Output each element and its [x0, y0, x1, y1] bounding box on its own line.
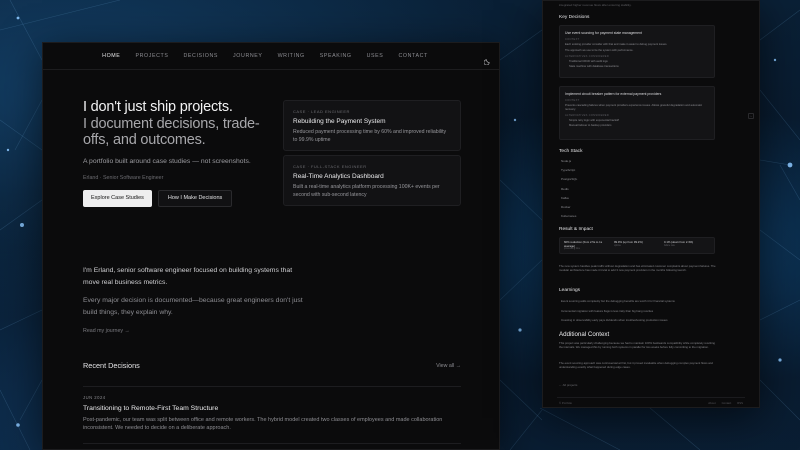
metrics-panel: 60% reduction (from 2.5s to 1s average) …: [559, 237, 715, 254]
learning-item: Event sourcing adds complexity but the d…: [561, 299, 675, 303]
case-card-analytics-dashboard[interactable]: CASE · FULL-STACK ENGINEER Real-Time Ana…: [283, 155, 461, 206]
additional-context-p2: The event sourcing approach was controve…: [559, 361, 713, 370]
decision-card-bullet: Simple retry logic with exponential back…: [569, 119, 619, 123]
decision-card-bullet: Manual failover to backup providers: [569, 124, 612, 128]
tech-stack-item: TypeScript: [561, 168, 576, 173]
read-journey-link[interactable]: Read my journey →: [83, 328, 130, 334]
metric-label: failure rate: [664, 244, 675, 247]
divider: [83, 443, 461, 444]
decision-title: Transitioning to Remote-First Team Struc…: [83, 405, 219, 412]
decision-card-meta: CONTEXT: [565, 99, 580, 102]
footer-links: About Contact RSS: [708, 401, 743, 405]
tech-stack-item: PostgreSQL: [561, 177, 578, 182]
tech-stack-item: Docker: [561, 204, 571, 209]
decision-card-meta: ALTERNATIVES CONSIDERED: [565, 114, 609, 118]
learning-item: Incremental migration with feature flags…: [561, 308, 654, 313]
nav-journey[interactable]: JOURNEY: [233, 53, 263, 59]
case-study-list: CASE · LEAD ENGINEER Rebuilding the Paym…: [283, 100, 461, 210]
hero-subtitle: I document decisions, trade-offs, and ou…: [83, 115, 260, 149]
recent-decisions-title: Recent Decisions: [83, 361, 140, 370]
case-card-payment-system[interactable]: CASE · LEAD ENGINEER Rebuilding the Paym…: [283, 100, 461, 151]
case-description: Built a real-time analytics platform pro…: [293, 184, 440, 198]
metric: 0.1% (down from 2.3%) failure rate: [664, 240, 710, 250]
recent-decisions-header: Recent Decisions View all →: [83, 361, 461, 370]
moon-icon[interactable]: [483, 52, 491, 66]
decision-card-title: Use event sourcing for payment state man…: [565, 31, 642, 35]
metric-label: processing time: [564, 248, 581, 251]
decision-description: Post-pandemic, our team was split betwee…: [83, 417, 443, 431]
decision-card-meta: ALTERNATIVES CONSIDERED: [565, 55, 609, 59]
nav-links: HOME PROJECTS DECISIONS JOURNEY WRITING …: [102, 53, 428, 59]
decision-card-text: The approach we use to be the system wit…: [565, 48, 634, 52]
view-all-link[interactable]: View all →: [436, 363, 461, 369]
footer-copyright: © Portfolio: [559, 401, 573, 405]
divider: [83, 386, 461, 387]
detail-top-text: integrated higher revenue flows after en…: [559, 3, 632, 7]
decision-card-bullet: State machine with database transactions: [569, 65, 619, 69]
tech-stack-item: Kubernetes: [561, 214, 577, 219]
footer-link-contact[interactable]: Contact: [722, 401, 732, 405]
decision-card[interactable]: Use event sourcing for payment state man…: [559, 25, 715, 78]
metric-label: uptime: [614, 244, 621, 247]
nav-writing[interactable]: WRITING: [278, 53, 305, 59]
nav-uses[interactable]: USES: [367, 53, 384, 59]
about-section: I'm Erland, senior software engineer foc…: [83, 265, 305, 337]
hero-section: I don't just ship projects. I document d…: [83, 99, 263, 207]
nav-contact[interactable]: CONTACT: [398, 53, 427, 59]
result-text: The new system handles peak traffic with…: [559, 264, 716, 273]
decision-date: JUN 2024: [83, 395, 106, 400]
scroll-button[interactable]: ›: [748, 113, 754, 119]
learnings-list: Event sourcing adds complexity but the d…: [561, 299, 721, 328]
additional-context-p1: This project was particularly challengin…: [559, 341, 715, 350]
learning-item: Investing in observability early pays di…: [561, 318, 668, 322]
tech-stack-item: Node.js: [561, 159, 572, 163]
hero-byline: Erland · Senior Software Engineer: [83, 174, 164, 181]
case-title: Real-Time Analytics Dashboard: [293, 173, 384, 180]
nav-decisions[interactable]: DECISIONS: [184, 53, 219, 59]
about-intro: I'm Erland, senior software engineer foc…: [83, 267, 293, 286]
key-decisions-title: Key Decisions: [559, 15, 590, 20]
hero-description: A portfolio built around case studies — …: [83, 157, 251, 165]
result-impact-title: Result & Impact: [559, 227, 593, 232]
case-title: Rebuilding the Payment System: [293, 118, 386, 125]
case-meta: CASE · FULL-STACK ENGINEER: [293, 164, 367, 169]
case-meta: CASE · LEAD ENGINEER: [293, 109, 350, 114]
decision-card-text: Prevents cascading failures when payment…: [565, 104, 703, 111]
top-nav: HOME PROJECTS DECISIONS JOURNEY WRITING …: [43, 43, 499, 70]
decision-card-bullet: Traditional CRUD with audit logs: [569, 60, 608, 64]
hero-buttons: Explore Case Studies How I Make Decision…: [83, 189, 263, 207]
case-description: Reduced payment processing time by 60% a…: [293, 129, 447, 143]
portfolio-home-window: HOME PROJECTS DECISIONS JOURNEY WRITING …: [42, 42, 500, 450]
tech-stack-title: Tech Stack: [559, 149, 583, 154]
how-i-make-decisions-button[interactable]: How I Make Decisions: [157, 189, 233, 207]
decision-card-text: Each existing provider consider with tha…: [565, 43, 668, 46]
all-projects-link[interactable]: ← All projects: [559, 383, 577, 387]
footer-divider: [557, 397, 745, 398]
metric: 60% reduction (from 2.5s to 1s average) …: [564, 240, 610, 251]
case-study-detail-window: integrated higher revenue flows after en…: [542, 0, 760, 408]
tech-stack-item: Redis: [561, 186, 569, 191]
additional-context-title: Additional Context: [559, 331, 610, 338]
tech-stack-list: Node.js TypeScript PostgreSQL Redis Kafk…: [561, 159, 577, 223]
hero-title: I don't just ship projects.: [83, 99, 233, 115]
footer-link-rss[interactable]: RSS: [737, 401, 743, 405]
tech-stack-item: Kafka: [561, 195, 569, 200]
decision-card-meta: CONTEXT: [565, 38, 580, 41]
decision-card-title: Implement circuit breaker pattern for ex…: [565, 92, 662, 96]
about-philosophy: Every major decision is documented—becau…: [83, 297, 303, 316]
footer-link-about[interactable]: About: [708, 401, 715, 405]
metric: 99.9% (up from 99.2%) uptime: [614, 240, 660, 250]
explore-case-studies-button[interactable]: Explore Case Studies: [83, 189, 152, 207]
nav-speaking[interactable]: SPEAKING: [320, 53, 352, 59]
decision-card[interactable]: Implement circuit breaker pattern for ex…: [559, 86, 715, 140]
nav-home[interactable]: HOME: [102, 53, 120, 59]
learnings-title: Learnings: [559, 288, 581, 293]
decision-item[interactable]: JUN 2024 Transitioning to Remote-First T…: [83, 395, 461, 432]
nav-projects[interactable]: PROJECTS: [135, 53, 168, 59]
